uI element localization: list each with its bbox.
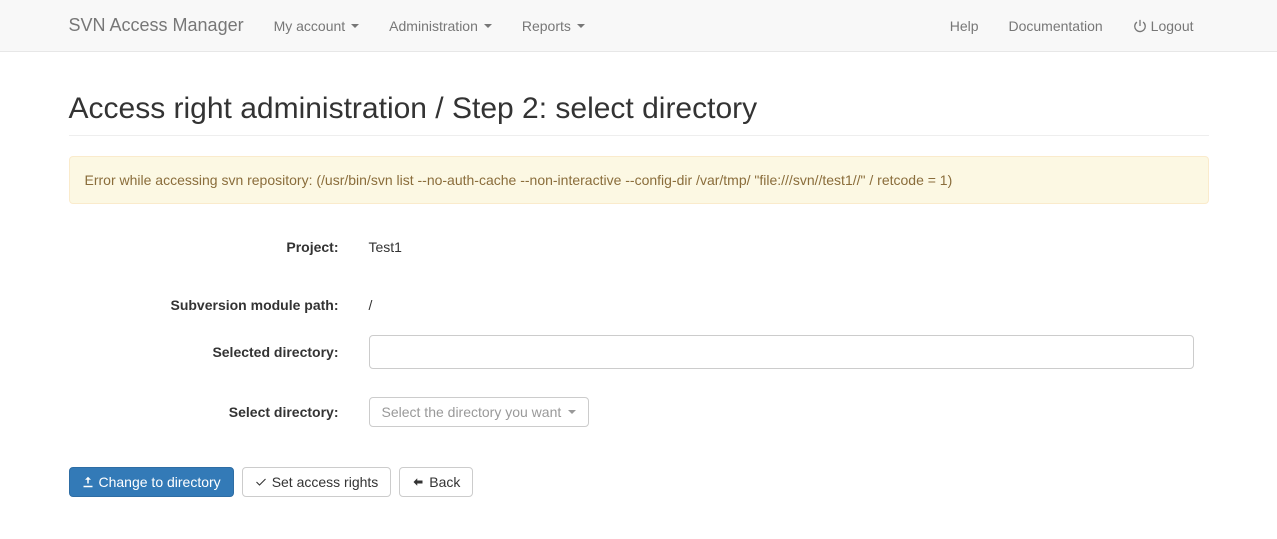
button-label: Back: [429, 474, 460, 490]
page-title: Access right administration / Step 2: se…: [69, 92, 1209, 126]
chevron-down-icon: [568, 410, 576, 414]
chevron-down-icon: [484, 24, 492, 28]
back-button[interactable]: Back: [399, 467, 473, 497]
chevron-down-icon: [577, 24, 585, 28]
nav-label: My account: [274, 18, 346, 34]
nav-documentation[interactable]: Documentation: [994, 3, 1118, 49]
change-to-directory-button[interactable]: Change to directory: [69, 467, 234, 497]
navbar: SVN Access Manager My account Administra…: [0, 0, 1277, 52]
brand[interactable]: SVN Access Manager: [69, 0, 259, 51]
nav-label: Administration: [389, 18, 478, 34]
chevron-down-icon: [351, 24, 359, 28]
label-selected-directory: Selected directory:: [69, 344, 354, 360]
dropdown-placeholder: Select the directory you want: [382, 404, 562, 420]
row-project: Project: Test1: [69, 232, 1209, 262]
check-icon: [255, 476, 267, 488]
upload-icon: [82, 476, 94, 488]
value-module-path: /: [369, 290, 1194, 320]
label-module-path: Subversion module path:: [69, 297, 354, 313]
row-select-directory: Select directory: Select the directory y…: [69, 397, 1209, 427]
row-module-path: Subversion module path: /: [69, 290, 1209, 320]
arrow-left-icon: [412, 476, 424, 488]
label-select-directory: Select directory:: [69, 404, 354, 420]
nav-my-account[interactable]: My account: [259, 3, 375, 49]
nav-administration[interactable]: Administration: [374, 3, 507, 49]
value-project: Test1: [369, 232, 1194, 262]
nav-label: Reports: [522, 18, 571, 34]
nav-label: Logout: [1151, 18, 1194, 34]
nav-logout[interactable]: Logout: [1118, 3, 1209, 49]
nav-help[interactable]: Help: [935, 3, 994, 49]
set-access-rights-button[interactable]: Set access rights: [242, 467, 392, 497]
nav-reports[interactable]: Reports: [507, 3, 600, 49]
page-header: Access right administration / Step 2: se…: [69, 52, 1209, 136]
button-label: Change to directory: [99, 474, 221, 490]
alert-message: Error while accessing svn repository: (/…: [85, 172, 953, 188]
select-directory-dropdown[interactable]: Select the directory you want: [369, 397, 590, 427]
button-label: Set access rights: [272, 474, 379, 490]
button-row: Change to directory Set access rights Ba…: [69, 467, 1209, 497]
label-project: Project:: [69, 239, 354, 255]
alert-error: Error while accessing svn repository: (/…: [69, 156, 1209, 204]
row-selected-directory: Selected directory:: [69, 335, 1209, 369]
power-icon: [1133, 19, 1147, 33]
selected-directory-input[interactable]: [369, 335, 1194, 369]
